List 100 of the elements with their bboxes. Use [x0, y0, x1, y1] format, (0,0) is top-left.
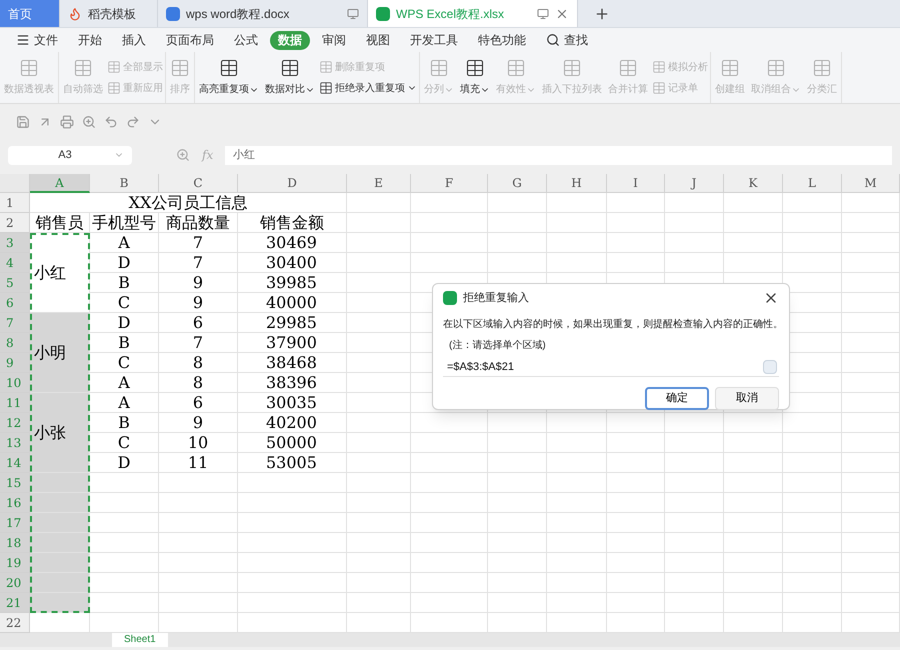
- table-icon: [506, 58, 526, 78]
- row-number[interactable]: 9: [0, 353, 30, 373]
- ribbon-button[interactable]: 高亮重复项: [197, 52, 261, 103]
- function-label[interactable]: fx: [202, 146, 214, 164]
- table-cell: [783, 233, 842, 253]
- column-header[interactable]: B: [90, 174, 159, 193]
- table-cell: 8: [159, 373, 238, 393]
- column-header[interactable]: M: [842, 174, 900, 193]
- table-cell: [30, 573, 90, 593]
- table-cell: [547, 593, 607, 613]
- row-number[interactable]: 13: [0, 433, 30, 453]
- row-number[interactable]: 6: [0, 293, 30, 313]
- table-cell: [488, 413, 547, 433]
- monitor-icon[interactable]: [347, 8, 359, 20]
- row-number[interactable]: 5: [0, 273, 30, 293]
- dialog-button[interactable]: 确定: [645, 386, 709, 410]
- row-number[interactable]: 2: [0, 213, 30, 233]
- table-cell: C: [90, 353, 159, 373]
- table-cell: [724, 493, 783, 513]
- new-tab-icon[interactable]: [594, 6, 610, 22]
- column-header[interactable]: H: [547, 174, 607, 193]
- row-number[interactable]: 1: [0, 193, 30, 213]
- ribbon-button[interactable]: 数据对比: [263, 52, 317, 103]
- print-icon[interactable]: [60, 115, 74, 129]
- name-box[interactable]: A3: [8, 146, 132, 164]
- menu-tab[interactable]: 数据: [270, 30, 310, 50]
- table-cell: [347, 533, 411, 553]
- row-number[interactable]: 3: [0, 233, 30, 253]
- row-number[interactable]: 8: [0, 333, 30, 353]
- save-icon[interactable]: [16, 115, 30, 129]
- row-number[interactable]: 15: [0, 473, 30, 493]
- column-header[interactable]: E: [347, 174, 411, 193]
- menu-tab[interactable]: 开发工具: [402, 30, 466, 50]
- table-cell: [607, 213, 665, 233]
- zoom-icon[interactable]: [176, 148, 190, 162]
- row-number[interactable]: 16: [0, 493, 30, 513]
- menu-tab[interactable]: 页面布局: [158, 30, 222, 50]
- row-number[interactable]: 19: [0, 553, 30, 573]
- table-cell: A: [90, 233, 159, 253]
- column-header[interactable]: F: [411, 174, 488, 193]
- table-cell: 9: [159, 273, 238, 293]
- table-cell: [724, 473, 783, 493]
- table-cell: [488, 593, 547, 613]
- table-cell: [607, 193, 665, 213]
- monitor-icon[interactable]: [537, 8, 549, 20]
- table-cell: 53005: [238, 453, 347, 473]
- table-cell: 30469: [238, 233, 347, 253]
- table-cell: 40000: [238, 293, 347, 313]
- sheet-tab[interactable]: Sheet1: [112, 633, 168, 647]
- menu-tab[interactable]: 开始: [70, 30, 110, 50]
- range-picker-icon[interactable]: [763, 360, 777, 374]
- row-number[interactable]: 10: [0, 373, 30, 393]
- row-number[interactable]: 12: [0, 413, 30, 433]
- menu-tab[interactable]: 公式: [226, 30, 266, 50]
- column-header[interactable]: D: [238, 174, 347, 193]
- ribbon-button[interactable]: 填充: [458, 52, 492, 103]
- document-tab[interactable]: WPS Excel教程.xlsx: [368, 0, 578, 27]
- table-cell: [665, 513, 724, 533]
- table-cell: [783, 473, 842, 493]
- ribbon-button[interactable]: 拒绝录入重复项: [319, 80, 417, 96]
- preview-icon[interactable]: [82, 115, 96, 129]
- column-header[interactable]: A: [30, 174, 90, 193]
- select-all-corner[interactable]: [0, 174, 30, 193]
- table-cell: [90, 593, 159, 613]
- row-number[interactable]: 14: [0, 453, 30, 473]
- table-icon: [280, 58, 300, 78]
- table-cell: [607, 493, 665, 513]
- column-header[interactable]: L: [783, 174, 842, 193]
- dialog-button[interactable]: 取消: [715, 386, 779, 410]
- row-number[interactable]: 22: [0, 613, 30, 633]
- column-header[interactable]: J: [665, 174, 724, 193]
- document-tab[interactable]: 首页: [0, 0, 60, 27]
- row-number[interactable]: 7: [0, 313, 30, 333]
- table-cell: [347, 253, 411, 273]
- table-cell: [90, 473, 159, 493]
- row-number[interactable]: 17: [0, 513, 30, 533]
- table-cell: 40200: [238, 413, 347, 433]
- row-number[interactable]: 21: [0, 593, 30, 613]
- row-number[interactable]: 11: [0, 393, 30, 413]
- column-header[interactable]: I: [607, 174, 665, 193]
- menu-tab[interactable]: 文件: [8, 30, 66, 50]
- formula-field[interactable]: 小红: [225, 146, 892, 164]
- range-field[interactable]: =$A$3:$A$21: [443, 358, 779, 376]
- table-cell: [783, 593, 842, 613]
- menu-tab[interactable]: 插入: [114, 30, 154, 50]
- row-number[interactable]: 18: [0, 533, 30, 553]
- undo-icon[interactable]: [104, 115, 118, 129]
- menu-tab[interactable]: 审阅: [314, 30, 354, 50]
- column-header[interactable]: C: [159, 174, 238, 193]
- column-header[interactable]: G: [488, 174, 547, 193]
- table-cell: [347, 453, 411, 473]
- redo-icon[interactable]: [126, 115, 140, 129]
- menu-tab[interactable]: 查找: [538, 30, 596, 50]
- menu-tab[interactable]: 特色功能: [470, 30, 534, 50]
- row-number[interactable]: 4: [0, 253, 30, 273]
- menu-tab[interactable]: 视图: [358, 30, 398, 50]
- column-header[interactable]: K: [724, 174, 783, 193]
- row-number[interactable]: 20: [0, 573, 30, 593]
- table-cell: [842, 453, 900, 473]
- table-cell: [488, 533, 547, 553]
